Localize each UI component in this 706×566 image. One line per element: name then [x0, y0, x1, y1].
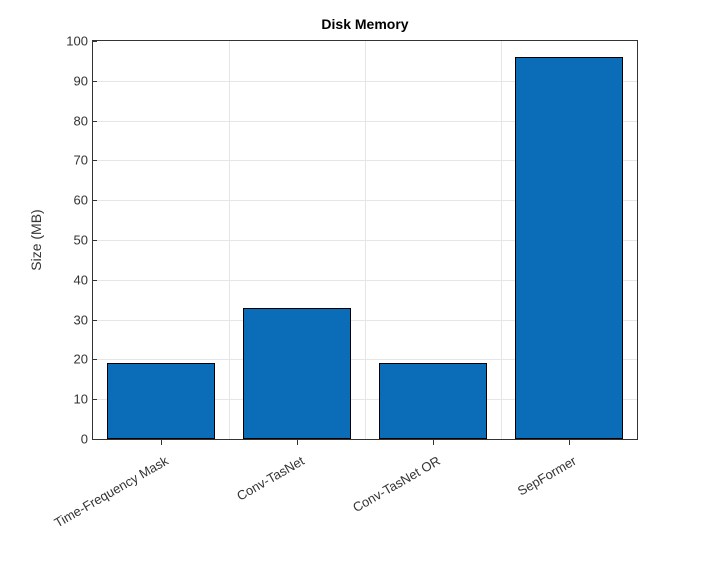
ytick-label: 40	[48, 272, 88, 287]
xtick-mark	[433, 440, 434, 445]
ytick-label: 20	[48, 352, 88, 367]
xtick-mark	[569, 440, 570, 445]
bar	[515, 57, 624, 439]
ytick-mark	[92, 280, 97, 281]
ytick-label: 100	[48, 34, 88, 49]
xtick-mark	[297, 440, 298, 445]
ytick-label: 30	[48, 312, 88, 327]
bar	[107, 363, 216, 439]
ytick-mark	[92, 200, 97, 201]
ytick-label: 10	[48, 392, 88, 407]
ytick-mark	[92, 320, 97, 321]
y-axis-label: Size (MB)	[28, 209, 44, 270]
gridline-v	[365, 41, 366, 439]
ytick-label: 50	[48, 233, 88, 248]
ytick-label: 90	[48, 73, 88, 88]
ytick-mark	[92, 81, 97, 82]
ytick-label: 80	[48, 113, 88, 128]
gridline-v	[229, 41, 230, 439]
bar	[379, 363, 488, 439]
xtick-mark	[161, 440, 162, 445]
axes-area	[92, 40, 638, 440]
ytick-mark	[92, 359, 97, 360]
ytick-mark	[92, 121, 97, 122]
ytick-mark	[92, 240, 97, 241]
ytick-label: 0	[48, 432, 88, 447]
ytick-mark	[92, 439, 97, 440]
ytick-mark	[92, 41, 97, 42]
ytick-label: 60	[48, 193, 88, 208]
bar	[243, 308, 352, 439]
ytick-mark	[92, 160, 97, 161]
ytick-mark	[92, 399, 97, 400]
figure: Disk Memory Size (MB) 0 10 20 30 40 50 60 70 80 9…	[0, 0, 706, 529]
chart-title: Disk Memory	[92, 16, 638, 32]
gridline-v	[501, 41, 502, 439]
ytick-label: 70	[48, 153, 88, 168]
